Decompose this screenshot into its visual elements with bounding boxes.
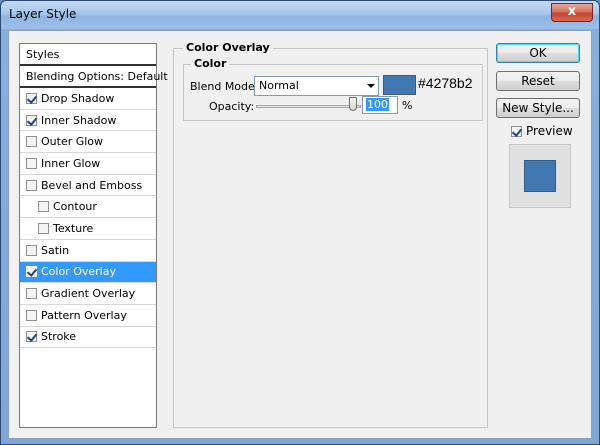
preview-thumbnail: [509, 144, 571, 208]
bevel-and-emboss-checkbox[interactable]: [26, 179, 37, 191]
preview-swatch: [524, 160, 556, 192]
blend-mode-value: Normal: [259, 79, 299, 92]
style-item-label: Outer Glow: [41, 135, 104, 149]
opacity-label: Opacity:: [209, 100, 255, 113]
inner-shadow-checkbox[interactable]: [26, 114, 37, 126]
style-item-label: Stroke: [41, 330, 77, 344]
style-item-contour[interactable]: Contour: [20, 196, 156, 219]
preview-label: Preview: [526, 124, 573, 138]
styles-list: Styles Blending Options: Default Drop Sh…: [19, 43, 168, 428]
style-item-label: Gradient Overlay: [41, 287, 136, 301]
dialog-client-area: Styles Blending Options: Default Drop Sh…: [8, 30, 592, 439]
style-item-label: Inner Glow: [41, 156, 101, 170]
style-item-label: Color Overlay: [41, 265, 116, 279]
style-item-gradient-overlay[interactable]: Gradient Overlay: [20, 283, 156, 305]
style-item-label: Inner Shadow: [41, 113, 117, 127]
stroke-checkbox[interactable]: [26, 331, 37, 343]
opacity-unit: %: [402, 99, 413, 112]
blending-options-item[interactable]: Blending Options: Default: [20, 66, 168, 88]
opacity-value: 100: [366, 98, 389, 111]
style-item-label: Bevel and Emboss: [41, 178, 143, 192]
color-swatch[interactable]: [383, 75, 416, 95]
opacity-slider-thumb[interactable]: [349, 97, 357, 111]
style-item-inner-glow[interactable]: Inner Glow: [20, 153, 156, 175]
window-title: Layer Style: [9, 7, 77, 21]
texture-checkbox[interactable]: [38, 222, 49, 234]
color-overlay-checkbox[interactable]: [26, 266, 37, 278]
preview-checkbox[interactable]: [511, 125, 522, 137]
color-hex-label: #4278b2: [418, 75, 473, 91]
styles-header[interactable]: Styles: [20, 44, 156, 66]
drop-shadow-checkbox[interactable]: [26, 92, 37, 104]
close-button[interactable]: x: [551, 3, 593, 22]
satin-checkbox[interactable]: [26, 244, 37, 256]
opacity-input[interactable]: 100: [362, 96, 398, 114]
style-item-satin[interactable]: Satin: [20, 240, 156, 262]
style-item-pattern-overlay[interactable]: Pattern Overlay: [20, 305, 156, 327]
chevron-down-icon: [367, 84, 375, 88]
contour-checkbox[interactable]: [38, 201, 49, 213]
style-item-outer-glow[interactable]: Outer Glow: [20, 131, 156, 154]
style-item-inner-shadow[interactable]: Inner Shadow: [20, 110, 156, 132]
style-item-texture[interactable]: Texture: [20, 218, 156, 240]
pattern-overlay-checkbox[interactable]: [26, 309, 37, 321]
new-style-button[interactable]: New Style...: [496, 98, 580, 118]
style-item-stroke[interactable]: Stroke: [20, 327, 156, 349]
blend-mode-label: Blend Mode:: [190, 80, 259, 93]
style-item-label: Contour: [53, 200, 97, 214]
preview-toggle[interactable]: Preview: [511, 124, 573, 138]
title-bar[interactable]: Layer Style x: [1, 1, 599, 29]
style-item-label: Pattern Overlay: [41, 308, 127, 322]
layer-style-window: Layer Style x Styles Blending Options: D…: [0, 0, 600, 445]
reset-button[interactable]: Reset: [496, 71, 580, 91]
color-overlay-title: Color Overlay: [183, 41, 273, 54]
outer-glow-checkbox[interactable]: [26, 136, 37, 148]
color-subgroup-title: Color: [191, 57, 230, 70]
style-item-label: Drop Shadow: [41, 91, 115, 105]
style-item-color-overlay[interactable]: Color Overlay: [20, 261, 156, 284]
opacity-slider-track[interactable]: [256, 105, 361, 108]
style-item-drop-shadow[interactable]: Drop Shadow: [20, 88, 156, 110]
style-item-bevel-and-emboss[interactable]: Bevel and Emboss: [20, 175, 156, 197]
blend-mode-select[interactable]: Normal: [254, 76, 379, 96]
ok-button[interactable]: OK: [496, 43, 580, 63]
style-item-label: Texture: [53, 221, 94, 235]
inner-glow-checkbox[interactable]: [26, 157, 37, 169]
gradient-overlay-checkbox[interactable]: [26, 288, 37, 300]
close-icon: x: [567, 4, 577, 19]
style-item-label: Satin: [41, 243, 70, 257]
